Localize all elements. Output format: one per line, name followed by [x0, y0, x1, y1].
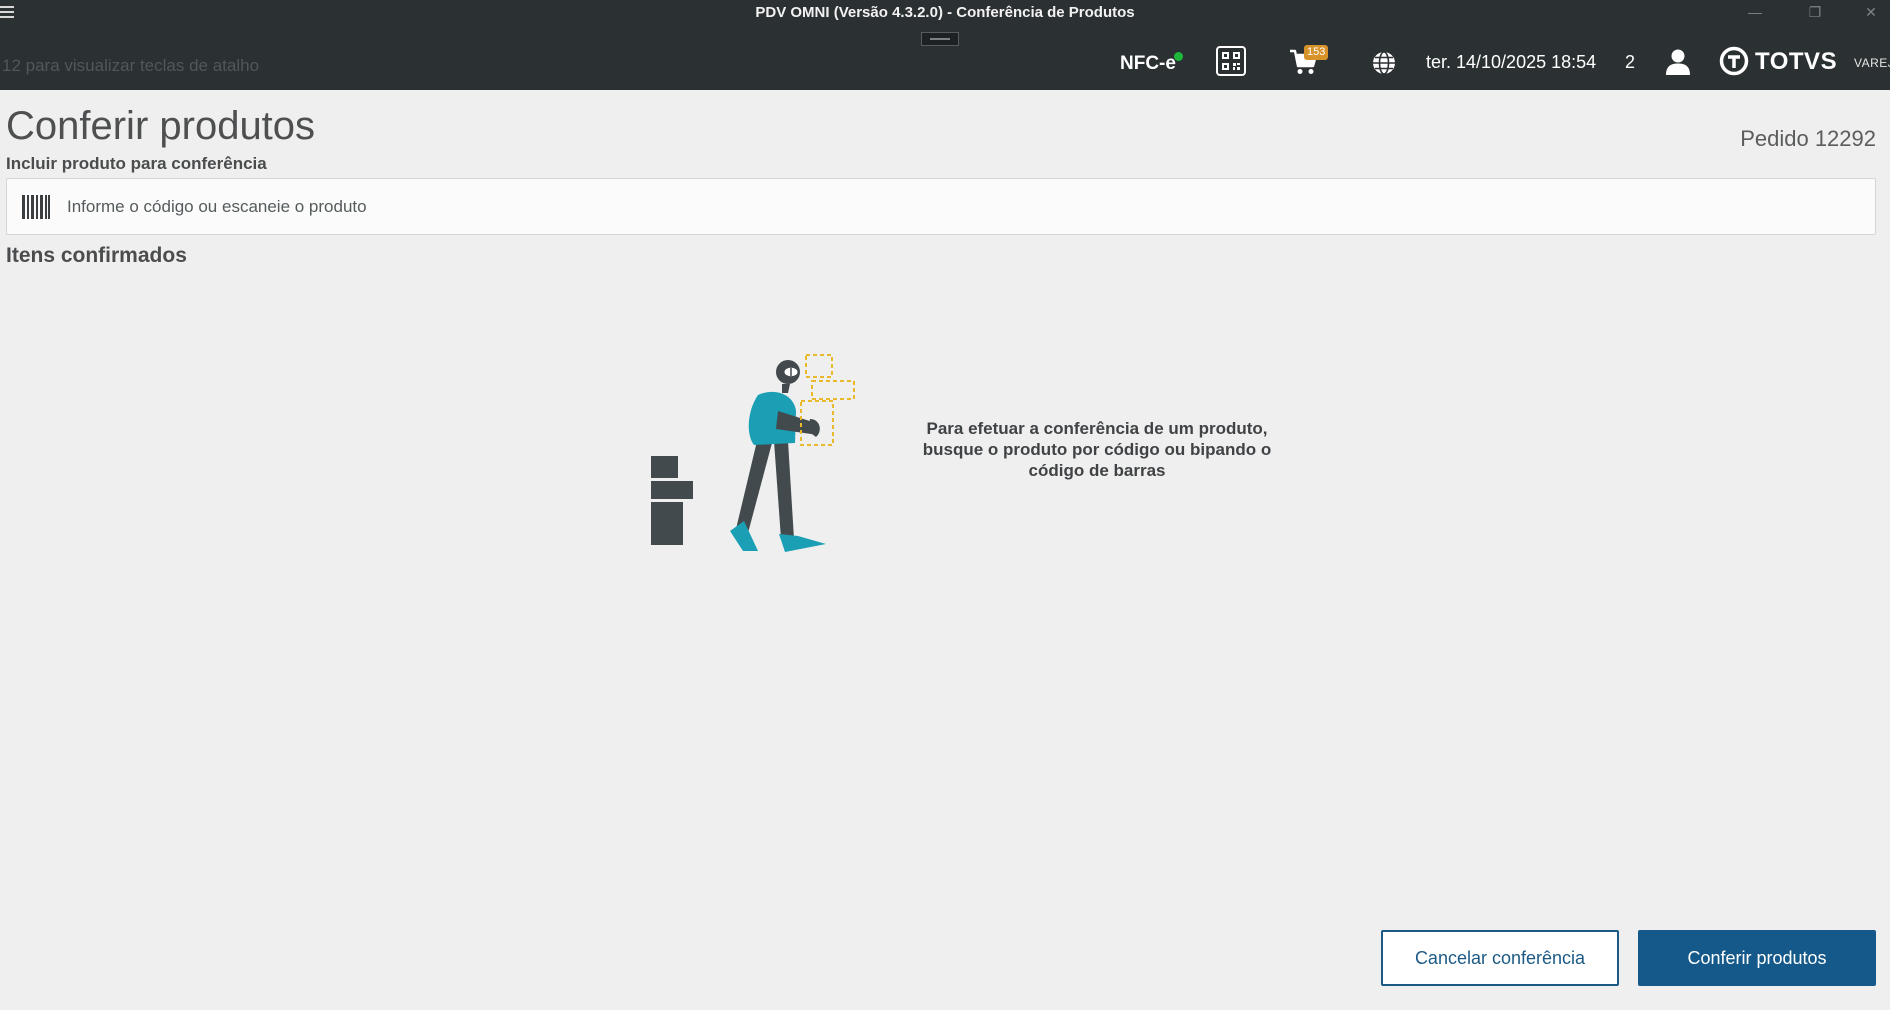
person-carrying-boxes-illustration — [651, 354, 855, 552]
include-product-label: Incluir produto para conferência — [6, 154, 267, 173]
app-header: 12 para visualizar teclas de atalho NFC-… — [0, 26, 1890, 90]
user-count: 2 — [1625, 52, 1636, 72]
current-datetime: ter. 14/10/2025 18:54 — [1426, 52, 1597, 72]
product-code-input[interactable] — [67, 179, 1857, 234]
product-search-box[interactable] — [6, 178, 1876, 235]
order-number: Pedido 12292 — [1740, 126, 1876, 151]
minimize-button[interactable]: — — [1740, 2, 1770, 22]
qr-code-icon[interactable] — [1216, 46, 1246, 76]
empty-state-message: Para efetuar a conferência de um produto… — [922, 419, 1272, 480]
nfce-online-indicator — [1174, 52, 1183, 61]
drag-handle[interactable] — [921, 32, 959, 46]
maximize-button[interactable]: ❐ — [1800, 2, 1830, 22]
cart-count-badge: 153 — [1304, 45, 1329, 60]
close-button[interactable]: ✕ — [1856, 2, 1886, 22]
nfce-status[interactable]: NFC-e — [1120, 53, 1176, 75]
confirm-products-button[interactable]: Conferir produtos — [1638, 930, 1876, 986]
totvs-logo-icon — [1719, 46, 1749, 76]
cancel-check-button[interactable]: Cancelar conferência — [1381, 930, 1619, 986]
shortcut-hint: 12 para visualizar teclas de atalho — [2, 56, 260, 75]
user-icon[interactable] — [1665, 48, 1691, 76]
window-title: PDV OMNI (Versão 4.3.2.0) - Conferência … — [755, 4, 1135, 21]
barcode-icon — [22, 195, 50, 219]
confirmed-items-title: Itens confirmados — [6, 244, 187, 267]
page-title: Conferir produtos — [6, 104, 316, 148]
brand-subtitle: VAREJO — [1854, 56, 1890, 70]
window-titlebar: PDV OMNI (Versão 4.3.2.0) - Conferência … — [0, 0, 1890, 26]
globe-icon[interactable] — [1371, 50, 1397, 76]
brand-name: TOTVS — [1755, 48, 1838, 75]
